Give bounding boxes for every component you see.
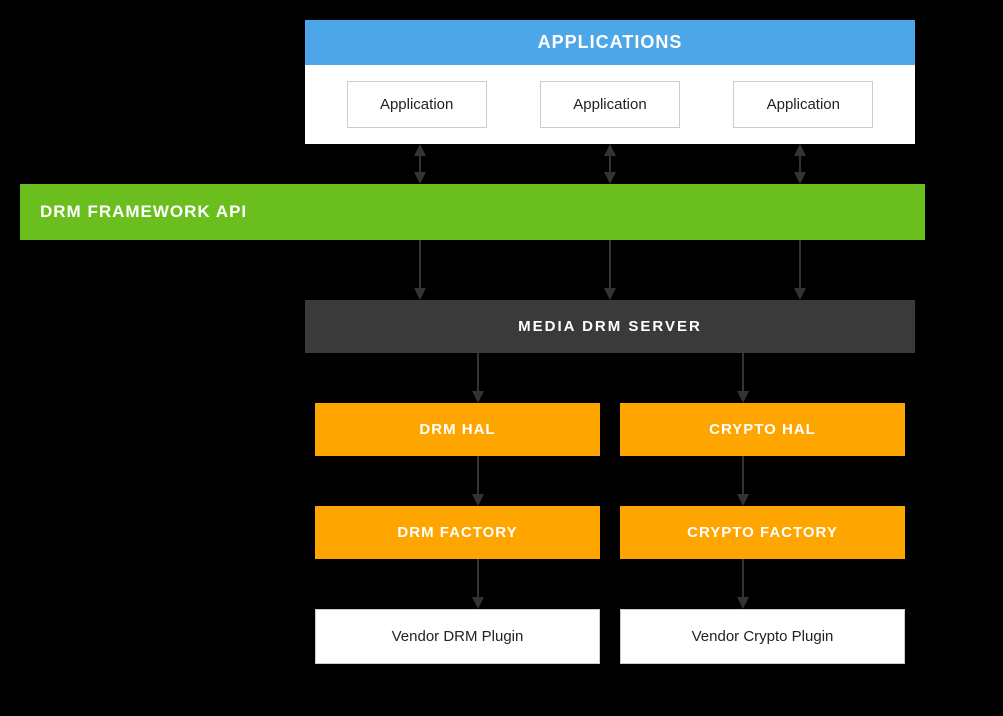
- bi-arrow-3-svg: [793, 144, 807, 184]
- down-arrow-1: [350, 240, 490, 300]
- applications-header: APPLICATIONS: [305, 20, 915, 65]
- applications-boxes: Application Application Application: [305, 65, 915, 144]
- arrows-row-3: [305, 353, 915, 403]
- down-arrow-hal-2: [610, 353, 875, 403]
- down-arrow-plugin-1: [345, 559, 610, 609]
- arrows-row-2: [305, 240, 915, 300]
- bi-arrow-2: [540, 144, 680, 184]
- down-arrow-plugin-2: [610, 559, 875, 609]
- arrows-row-4: [305, 456, 915, 506]
- applications-block: APPLICATIONS Application Application App…: [305, 20, 915, 144]
- hal-row: DRM HAL CRYPTO HAL: [305, 403, 915, 456]
- media-drm-server: MEDIA DRM SERVER: [305, 300, 915, 353]
- crypto-factory-box: CRYPTO FACTORY: [620, 506, 905, 559]
- down-arrow-3-svg: [793, 240, 807, 300]
- down-arrow-2: [540, 240, 680, 300]
- down-arrow-factory-1: [345, 456, 610, 506]
- factory-row: DRM FACTORY CRYPTO FACTORY: [305, 506, 915, 559]
- down-arrow-factory-1-svg: [471, 456, 485, 506]
- vendor-drm-plugin-box: Vendor DRM Plugin: [315, 609, 600, 664]
- plugin-row: Vendor DRM Plugin Vendor Crypto Plugin: [305, 609, 915, 664]
- app-box-2: Application: [540, 81, 680, 128]
- down-arrow-3: [730, 240, 870, 300]
- app-box-3: Application: [733, 81, 873, 128]
- arrows-row-5: [305, 559, 915, 609]
- bi-arrow-2-svg: [603, 144, 617, 184]
- down-arrow-plugin-2-svg: [736, 559, 750, 609]
- vendor-crypto-plugin-box: Vendor Crypto Plugin: [620, 609, 905, 664]
- crypto-hal-box: CRYPTO HAL: [620, 403, 905, 456]
- down-arrow-factory-2-svg: [736, 456, 750, 506]
- down-arrow-2-svg: [603, 240, 617, 300]
- down-arrow-1-svg: [413, 240, 427, 300]
- bi-arrow-1: [350, 144, 490, 184]
- drm-hal-box: DRM HAL: [315, 403, 600, 456]
- diagram-container: APPLICATIONS Application Application App…: [10, 20, 980, 664]
- bi-arrow-3: [730, 144, 870, 184]
- app-box-1: Application: [347, 81, 487, 128]
- down-arrow-hal-1-svg: [471, 353, 485, 403]
- down-arrow-hal-1: [345, 353, 610, 403]
- down-arrow-hal-2-svg: [736, 353, 750, 403]
- bi-arrow-1-svg: [413, 144, 427, 184]
- down-arrow-factory-2: [610, 456, 875, 506]
- drm-framework: DRM FRAMEWORK API: [20, 184, 925, 240]
- down-arrow-plugin-1-svg: [471, 559, 485, 609]
- arrows-row-1: [305, 144, 915, 184]
- drm-factory-box: DRM FACTORY: [315, 506, 600, 559]
